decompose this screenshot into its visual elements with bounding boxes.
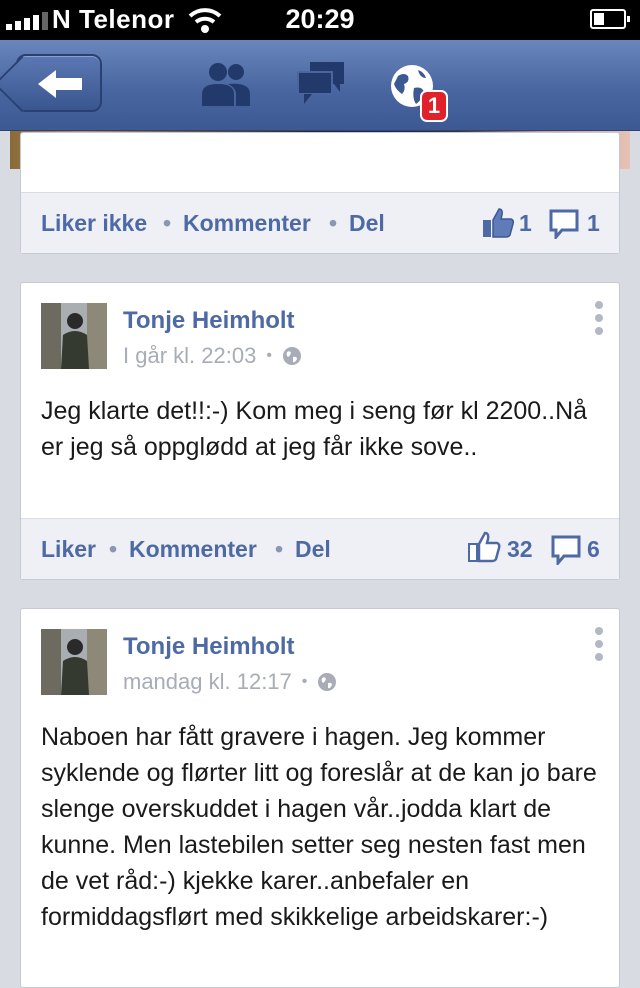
- comment-button[interactable]: Kommenter: [129, 536, 257, 563]
- post-card: Tonje Heimholt mandag kl. 12:17 • Naboen…: [20, 608, 620, 988]
- separator-dot: •: [301, 673, 308, 690]
- share-button[interactable]: Del: [295, 536, 331, 563]
- like-thumb-icon: [468, 531, 501, 563]
- comment-button[interactable]: Kommenter: [183, 210, 311, 237]
- like-count[interactable]: 32: [507, 536, 533, 563]
- author-avatar[interactable]: [41, 303, 107, 369]
- author-name[interactable]: Tonje Heimholt: [123, 307, 295, 335]
- post-actions: Liker • Kommenter • Del 32 6: [21, 518, 619, 579]
- comment-count[interactable]: 1: [587, 210, 600, 237]
- post-meta: mandag kl. 12:17 •: [123, 669, 337, 695]
- battery-icon: [590, 9, 630, 29]
- post-timestamp[interactable]: I går kl. 22:03: [123, 343, 256, 369]
- navigation-bar: 1: [0, 40, 640, 131]
- post-text: Jeg klarte det!!:-) Kom meg i seng før k…: [41, 397, 588, 461]
- post-options-menu[interactable]: [595, 627, 603, 661]
- messages-icon[interactable]: [296, 60, 348, 106]
- post-meta: I går kl. 22:03 •: [123, 343, 302, 369]
- comment-count[interactable]: 6: [587, 536, 600, 563]
- separator-dot: •: [275, 536, 284, 562]
- unlike-button[interactable]: Liker ikke: [41, 210, 147, 237]
- status-bar: N Telenor 20:29: [0, 0, 640, 40]
- author-name[interactable]: Tonje Heimholt: [123, 633, 295, 661]
- post-card: Tonje Heimholt I går kl. 22:03 • Jeg kla…: [20, 282, 620, 580]
- avatar-photo: [41, 303, 107, 369]
- like-thumb-icon: [483, 208, 514, 238]
- back-arrow-icon: [38, 70, 82, 98]
- separator-dot: •: [266, 347, 272, 364]
- like-count[interactable]: 1: [519, 210, 532, 237]
- author-avatar[interactable]: [41, 629, 107, 695]
- notification-badge: 1: [420, 90, 448, 122]
- like-button[interactable]: Liker: [41, 536, 96, 563]
- post-card: Liker ikke • Kommenter • Del 1 1: [20, 132, 620, 254]
- friend-requests-icon[interactable]: [198, 60, 254, 108]
- public-globe-icon: [318, 673, 337, 691]
- separator-dot: •: [163, 210, 172, 236]
- back-button[interactable]: [16, 54, 102, 112]
- separator-dot: •: [109, 536, 118, 562]
- clock: 20:29: [285, 4, 355, 34]
- avatar-photo: [41, 629, 107, 695]
- post-timestamp[interactable]: mandag kl. 12:17: [123, 669, 292, 695]
- share-button[interactable]: Del: [349, 210, 385, 237]
- post-options-menu[interactable]: [595, 301, 603, 335]
- post-actions: Liker ikke • Kommenter • Del 1 1: [21, 192, 619, 253]
- separator-dot: •: [329, 210, 338, 236]
- comment-bubble-icon: [551, 535, 581, 565]
- public-globe-icon: [282, 347, 301, 365]
- comment-bubble-icon: [549, 209, 579, 239]
- post-text: Naboen har fått gravere i hagen. Jeg kom…: [41, 723, 597, 931]
